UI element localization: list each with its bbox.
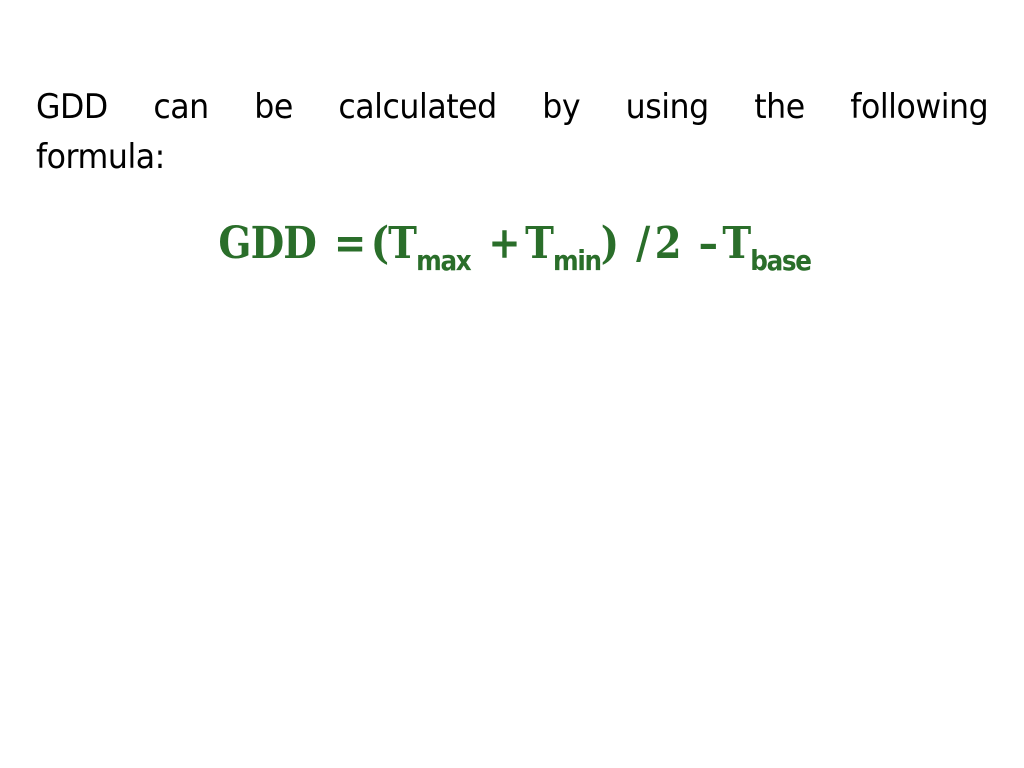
- formula-tbase-subscript: base: [750, 244, 813, 277]
- formula-minus: –: [699, 218, 718, 269]
- body-word: using: [625, 87, 710, 127]
- body-line-2: formula:: [36, 137, 165, 177]
- formula-tmax-subscript: max: [416, 244, 473, 277]
- body-line-1: GDD can be calculated by using the follo…: [36, 82, 989, 132]
- formula-expression: GDD = (Tmax + Tmin) /2 – Tbase: [218, 218, 813, 277]
- formula-lhs: GDD: [218, 218, 317, 269]
- body-word: can: [153, 87, 209, 127]
- formula-tbase-symbol: T: [722, 218, 752, 269]
- body-word: following: [850, 87, 989, 127]
- formula-tmin-subscript: min: [553, 244, 602, 277]
- slide: GDD can be calculated by using the follo…: [0, 0, 1024, 768]
- formula-equals: =: [334, 218, 366, 269]
- body-word: calculated: [338, 87, 497, 127]
- formula-open-paren: (: [371, 218, 389, 269]
- formula-divisor: 2: [655, 218, 682, 269]
- formula-tmax-symbol: T: [388, 218, 418, 269]
- body-word: GDD: [36, 87, 108, 127]
- formula-divide: /: [636, 218, 651, 269]
- gdd-formula: GDD = (Tmax + Tmin) /2 – Tbase: [0, 218, 1024, 277]
- formula-close-paren: ): [601, 218, 619, 269]
- formula-plus: +: [488, 218, 521, 269]
- body-word: by: [542, 87, 581, 127]
- body-word: the: [754, 87, 805, 127]
- formula-tmin-symbol: T: [525, 218, 555, 269]
- body-word: be: [254, 87, 293, 127]
- body-paragraph: GDD can be calculated by using the follo…: [36, 82, 989, 182]
